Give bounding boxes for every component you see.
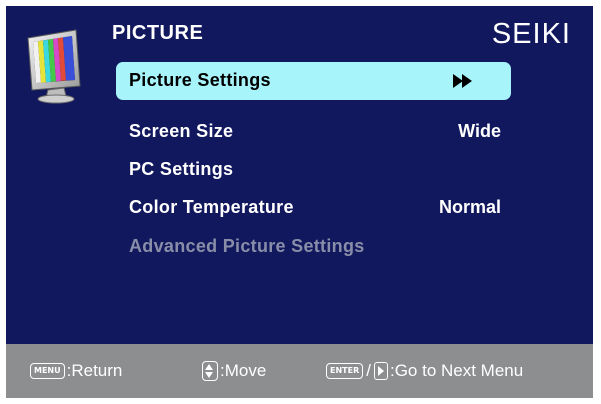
menu-item-advanced-picture-settings: Advanced Picture Settings bbox=[116, 228, 511, 266]
right-arrow-icon bbox=[373, 362, 388, 380]
move-hint-label: :Move bbox=[220, 361, 267, 380]
return-hint: MENU :Return bbox=[30, 360, 122, 382]
menu-item-picture-settings[interactable]: Picture Settings bbox=[116, 62, 511, 100]
return-hint-label: :Return bbox=[66, 361, 123, 380]
enter-key-icon: ENTER bbox=[326, 363, 364, 379]
menu-item-value: Wide bbox=[458, 121, 501, 141]
page-title: PICTURE bbox=[112, 22, 204, 44]
next-menu-hint-label: :Go to Next Menu bbox=[389, 361, 524, 380]
menu-item-color-temperature[interactable]: Color Temperature Normal bbox=[116, 189, 511, 227]
footer-hint-bar: MENU :Return :Move ENTER / :Go to Next M… bbox=[6, 344, 593, 398]
menu-item-label: Picture Settings bbox=[129, 70, 271, 90]
move-hint: :Move bbox=[202, 360, 266, 382]
menu-item-label: Advanced Picture Settings bbox=[129, 236, 365, 256]
menu-panel: PICTURE SEIKI Picture Settings Screen Si… bbox=[6, 6, 593, 344]
next-menu-hint: ENTER / :Go to Next Menu bbox=[326, 360, 523, 382]
menu-key-icon: MENU bbox=[30, 363, 65, 379]
menu-item-screen-size[interactable]: Screen Size Wide bbox=[116, 113, 511, 151]
up-down-arrow-icon bbox=[202, 361, 218, 381]
key-separator: / bbox=[366, 361, 371, 380]
fast-forward-icon bbox=[453, 74, 472, 88]
menu-item-label: Screen Size bbox=[129, 121, 234, 141]
brand-logo: SEIKI bbox=[491, 18, 571, 50]
menu-item-pc-settings[interactable]: PC Settings bbox=[116, 151, 511, 189]
monitor-color-bars-icon bbox=[27, 29, 81, 104]
menu-item-label: Color Temperature bbox=[129, 197, 294, 217]
menu-item-label: PC Settings bbox=[129, 159, 234, 179]
osd-menu: PICTURE SEIKI Picture Settings Screen Si… bbox=[6, 6, 593, 398]
menu-item-value: Normal bbox=[438, 197, 501, 217]
